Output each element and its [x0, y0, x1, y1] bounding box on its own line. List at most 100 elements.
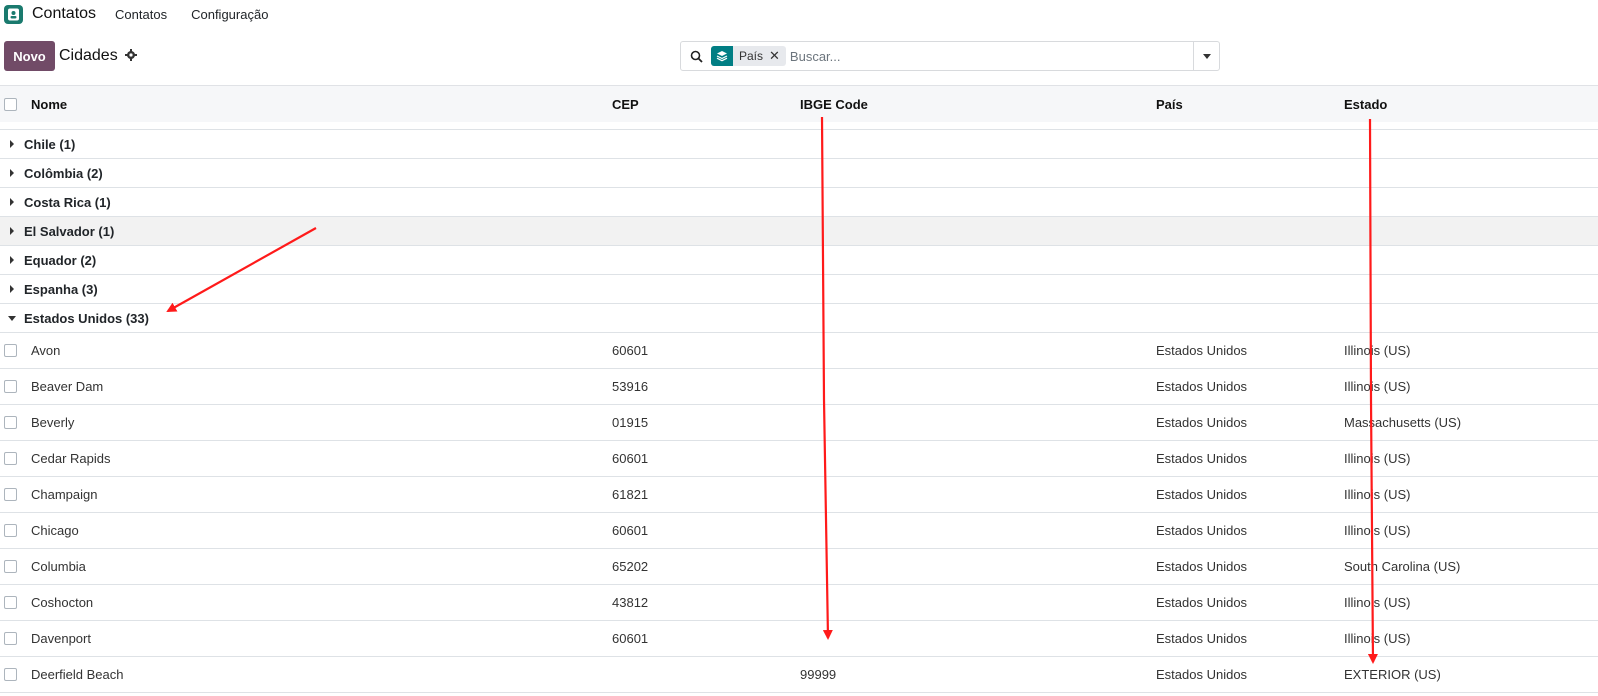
cell-nome: Deerfield Beach	[31, 667, 124, 682]
group-label: Costa Rica (1)	[24, 194, 111, 210]
new-button[interactable]: Novo	[4, 41, 55, 71]
top-navbar: Contatos Contatos Configuração	[0, 0, 1598, 28]
cell-pais: Estados Unidos	[1156, 667, 1248, 682]
cell-nome: Avon	[31, 343, 61, 358]
cell-nome: Beverly	[31, 415, 75, 430]
chevron-down-icon	[1202, 53, 1211, 59]
cell-cep: 43812	[612, 595, 649, 610]
header-nome[interactable]: Nome	[31, 97, 67, 112]
row-checkbox[interactable]	[4, 596, 17, 609]
cell-pais: Estados Unidos	[1156, 379, 1248, 394]
cell-pais: Estados Unidos	[1156, 451, 1248, 466]
cell-cep: 53916	[612, 379, 649, 394]
table-header: Nome CEP IBGE Code País Estado	[0, 85, 1598, 122]
cell-estado: Illinois (US)	[1344, 451, 1411, 466]
caret-right-icon	[10, 198, 14, 206]
cell-estado: Massachusetts (US)	[1344, 415, 1462, 430]
group-label: Equador (2)	[24, 252, 97, 268]
control-panel: Novo Cidades País ✕	[0, 40, 1598, 72]
nav-item-contatos[interactable]: Contatos	[115, 7, 167, 22]
table-row[interactable]: Coshocton 43812 Estados Unidos Illinois (US…	[0, 585, 1598, 621]
cell-estado: Illinois (US)	[1344, 379, 1411, 394]
list-table: Nome CEP IBGE Code País Estado Chile (1)…	[0, 85, 1598, 693]
cell-nome: Champaign	[31, 487, 98, 502]
table-row[interactable]: Chicago 60601 Estados Unidos Illinois (US)	[0, 513, 1598, 549]
cell-pais: Estados Unidos	[1156, 415, 1248, 430]
layers-icon	[711, 46, 733, 66]
cell-nome: Chicago	[31, 523, 79, 538]
table-row[interactable]: Davenport 60601 Estados Unidos Illinois (US…	[0, 621, 1598, 657]
row-checkbox[interactable]	[4, 416, 17, 429]
cell-nome: Cedar Rapids	[31, 451, 111, 466]
row-checkbox[interactable]	[4, 668, 17, 681]
caret-down-icon	[8, 315, 16, 321]
group-label: Espanha (3)	[24, 281, 98, 297]
close-icon[interactable]: ✕	[769, 48, 786, 64]
cell-cep: 60601	[612, 343, 649, 358]
cell-estado: South Carolina (US)	[1344, 559, 1461, 574]
group-row[interactable]: Colômbia (2)	[0, 159, 1598, 188]
search-facet: País ✕	[711, 46, 786, 66]
cell-cep: 01915	[612, 415, 649, 430]
search-bar: País ✕	[680, 41, 1220, 71]
row-checkbox[interactable]	[4, 560, 17, 573]
contacts-app-icon[interactable]	[4, 4, 23, 24]
group-row-expanded[interactable]: Estados Unidos (33)	[0, 304, 1598, 333]
row-checkbox[interactable]	[4, 524, 17, 537]
app-name[interactable]: Contatos	[32, 5, 96, 23]
cell-estado: Illinois (US)	[1344, 343, 1411, 358]
cell-pais: Estados Unidos	[1156, 595, 1248, 610]
cell-ibge: 99999	[800, 667, 837, 682]
cell-pais: Estados Unidos	[1156, 631, 1248, 646]
row-checkbox[interactable]	[4, 632, 17, 645]
table-row[interactable]: Deerfield Beach 99999 Estados Unidos EXTERI…	[0, 657, 1598, 693]
row-checkbox[interactable]	[4, 344, 17, 357]
row-checkbox[interactable]	[4, 380, 17, 393]
group-label: El Salvador (1)	[24, 223, 115, 239]
group-row[interactable]: Espanha (3)	[0, 275, 1598, 304]
cell-cep: 65202	[612, 559, 649, 574]
caret-right-icon	[10, 169, 14, 177]
header-pais[interactable]: País	[1156, 97, 1183, 112]
group-row[interactable]: Chile (1)	[0, 130, 1598, 159]
table-row[interactable]: Champaign 61821 Estados Unidos Illinois (US…	[0, 477, 1598, 513]
row-checkbox[interactable]	[4, 452, 17, 465]
cell-pais: Estados Unidos	[1156, 559, 1248, 574]
cell-nome: Columbia	[31, 559, 86, 574]
cell-pais: Estados Unidos	[1156, 343, 1248, 358]
row-checkbox[interactable]	[4, 488, 17, 501]
page-title: Cidades	[59, 47, 118, 64]
header-cep[interactable]: CEP	[612, 97, 639, 112]
cell-estado: Illinois (US)	[1344, 487, 1411, 502]
group-row[interactable]: Equador (2)	[0, 246, 1598, 275]
group-label: Colômbia (2)	[24, 165, 103, 181]
cell-cep: 61821	[612, 487, 649, 502]
header-estado[interactable]: Estado	[1344, 97, 1387, 112]
group-row[interactable]: El Salvador (1)	[0, 217, 1598, 246]
gear-icon[interactable]	[124, 48, 137, 64]
group-row[interactable]: Costa Rica (1)	[0, 188, 1598, 217]
cell-nome: Beaver Dam	[31, 379, 104, 394]
cell-estado: EXTERIOR (US)	[1344, 667, 1441, 682]
search-dropdown-toggle[interactable]	[1193, 42, 1219, 70]
table-row[interactable]: Cedar Rapids 60601 Estados Unidos Illinois …	[0, 441, 1598, 477]
breadcrumb: Cidades	[59, 47, 137, 65]
select-all-checkbox[interactable]	[4, 97, 17, 111]
header-ibge[interactable]: IBGE Code	[800, 97, 868, 112]
group-label: Estados Unidos (33)	[24, 310, 149, 326]
cell-cep: 60601	[612, 523, 649, 538]
cell-pais: Estados Unidos	[1156, 487, 1248, 502]
table-row[interactable]: Columbia 65202 Estados Unidos South Carolin…	[0, 549, 1598, 585]
table-row[interactable]: Beaver Dam 53916 Estados Unidos Illinois (U…	[0, 369, 1598, 405]
cell-pais: Estados Unidos	[1156, 523, 1248, 538]
table-row[interactable]: Avon 60601 Estados Unidos Illinois (US)	[0, 333, 1598, 369]
caret-right-icon	[10, 227, 14, 235]
cell-estado: Illinois (US)	[1344, 595, 1411, 610]
group-label: Chile (1)	[24, 136, 76, 152]
search-icon[interactable]	[681, 50, 711, 63]
cell-nome: Davenport	[31, 631, 91, 646]
nav-item-configuracao[interactable]: Configuração	[191, 7, 268, 22]
table-row[interactable]: Beverly 01915 Estados Unidos Massachusetts …	[0, 405, 1598, 441]
cell-nome: Coshocton	[31, 595, 94, 610]
search-input[interactable]	[789, 48, 1193, 64]
